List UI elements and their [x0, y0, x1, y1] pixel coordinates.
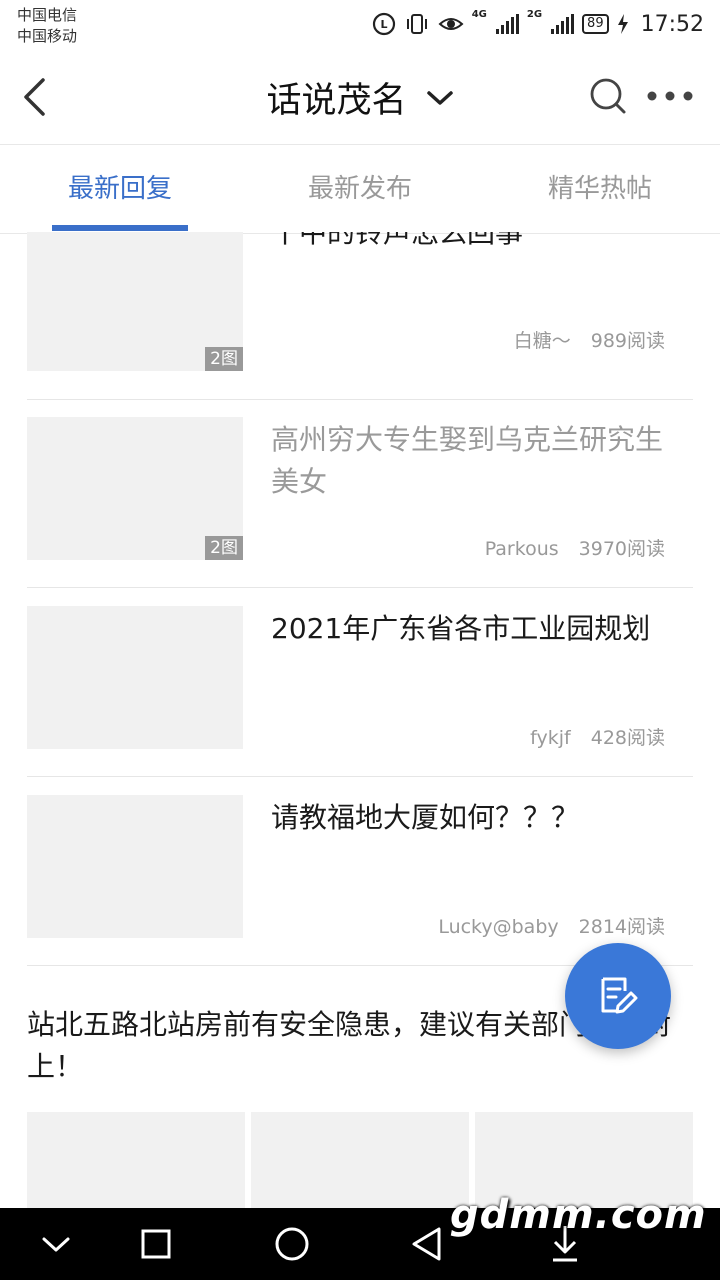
- recent-apps-button[interactable]: [134, 1222, 178, 1266]
- post-thumbnail: 2图: [27, 232, 243, 371]
- post-thumbnail: [27, 795, 243, 938]
- tab-latest-reply[interactable]: 最新回复: [0, 145, 240, 233]
- post-author: fykjf: [530, 727, 571, 749]
- status-icons: L 4G 2G 89 17:52: [372, 9, 704, 39]
- post-views: 3970阅读: [578, 538, 665, 560]
- post-meta: Lucky@baby 2814阅读: [438, 912, 665, 939]
- page-title: 话说茂名: [266, 81, 407, 121]
- back-nav-icon: [412, 1227, 441, 1261]
- back-nav-button[interactable]: [405, 1222, 449, 1266]
- network-label-1: 4G: [471, 9, 487, 20]
- battery-icon: 89: [582, 14, 609, 34]
- post-thumbnail: 2图: [27, 417, 243, 560]
- tab-latest-post[interactable]: 最新发布: [240, 145, 480, 233]
- watermark-logo: gdmm.com: [450, 1192, 707, 1238]
- chevron-down-icon: [426, 90, 453, 105]
- post-title: 2021年广东省各市工业园规划: [271, 612, 651, 645]
- post-views: 989阅读: [590, 330, 665, 352]
- search-button[interactable]: [588, 76, 628, 116]
- post-thumbnail: [27, 1112, 245, 1208]
- post-author: Parkous: [484, 538, 559, 560]
- post-title: 高州穷大专生娶到乌克兰研究生美女: [271, 423, 664, 498]
- list-item[interactable]: 2图 高州穷大专生娶到乌克兰研究生美女 Parkous 3970阅读: [27, 399, 693, 588]
- tab-featured[interactable]: 精华热帖: [480, 145, 720, 233]
- image-count-badge: 2图: [205, 347, 243, 371]
- post-title: 请教福地大厦如何？？？: [271, 801, 580, 834]
- svg-text:L: L: [380, 18, 387, 31]
- hide-nav-button[interactable]: [34, 1222, 78, 1266]
- home-icon: [275, 1227, 309, 1261]
- post-views: 428阅读: [590, 727, 665, 749]
- post-meta: fykjf 428阅读: [530, 723, 665, 750]
- charging-icon: [617, 14, 628, 34]
- list-item[interactable]: 请教福地大厦如何？？？ Lucky@baby 2814阅读: [27, 777, 693, 966]
- home-button[interactable]: [270, 1222, 314, 1266]
- active-tab-indicator: [52, 225, 188, 231]
- list-item[interactable]: 2021年广东省各市工业园规划 fykjf 428阅读: [27, 588, 693, 777]
- post-meta: Parkous 3970阅读: [485, 534, 665, 561]
- post-views: 2814阅读: [578, 916, 665, 938]
- post-meta: 白糖～ 989阅读: [514, 326, 665, 353]
- tab-bar: 最新回复 最新发布 精华热帖: [0, 144, 720, 234]
- post-thumbnail: [251, 1112, 469, 1208]
- signal-icon: [551, 14, 575, 34]
- status-bar: 中国电信 中国移动 L 4G 2G 89 17:52: [0, 0, 720, 50]
- network-label-2: 2G: [526, 9, 543, 20]
- recent-apps-icon: [141, 1229, 171, 1259]
- carrier-1: 中国电信: [17, 6, 78, 24]
- list-item[interactable]: 2图 十中的铃声怎么回事 白糖～ 989阅读: [27, 232, 693, 400]
- carrier-2: 中国移动: [17, 27, 78, 45]
- post-title: 十中的铃声怎么回事: [271, 232, 524, 249]
- post-thumbnail: [27, 606, 243, 749]
- post-author: Lucky@baby: [438, 916, 559, 938]
- vibrate-icon: [406, 14, 427, 34]
- edit-icon: [601, 977, 638, 1014]
- carrier-info: 中国电信 中国移动: [17, 5, 77, 47]
- post-author: 白糖～: [513, 330, 571, 352]
- signal-icon: [495, 14, 519, 34]
- eye-icon: [438, 18, 464, 30]
- hd-call-icon: L: [372, 12, 395, 36]
- more-button[interactable]: [644, 78, 696, 114]
- hide-icon: [42, 1237, 70, 1252]
- clock: 17:52: [640, 11, 704, 37]
- new-post-button[interactable]: [565, 943, 671, 1049]
- more-icon: [647, 91, 693, 101]
- post-list: 2图 十中的铃声怎么回事 白糖～ 989阅读 2图 高州穷大专生娶到乌克兰研究生美…: [0, 232, 720, 1208]
- app-header: 话说茂名: [0, 50, 720, 144]
- image-count-badge: 2图: [205, 536, 243, 560]
- search-icon: [590, 78, 626, 114]
